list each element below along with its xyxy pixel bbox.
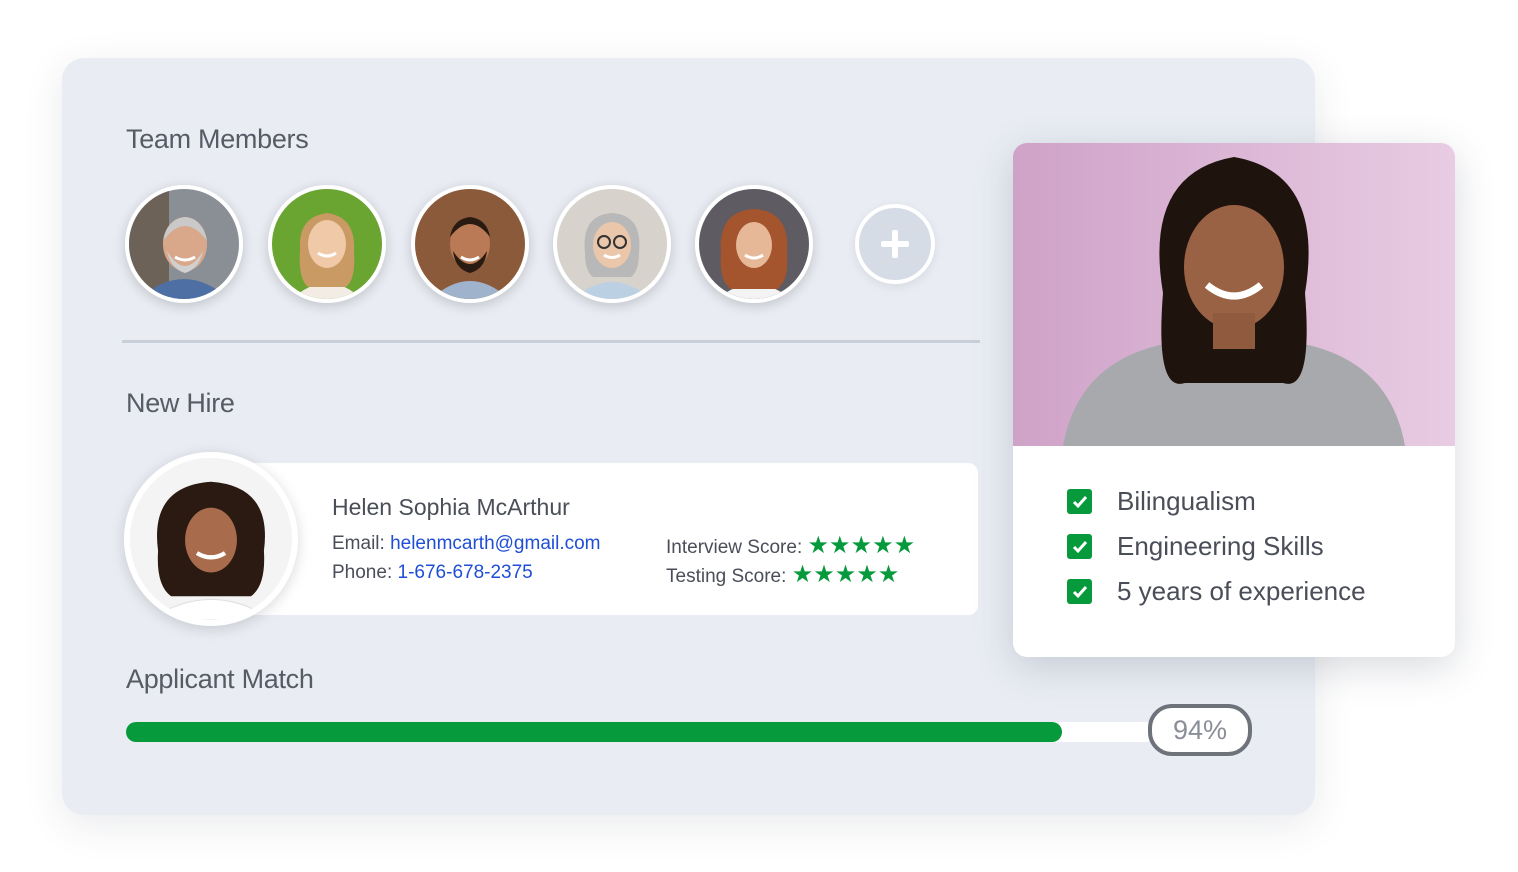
testing-stars-icon: ★★★★★ <box>791 561 900 588</box>
applicant-match-title: Applicant Match <box>126 664 314 694</box>
interview-score-label: Interview Score: <box>666 537 803 558</box>
applicant-match-progress <box>126 722 1156 742</box>
new-hire-name: Helen Sophia McArthur <box>332 494 570 520</box>
checkbox-checked-icon <box>1067 579 1092 604</box>
team-member-avatar-3[interactable] <box>411 185 529 303</box>
team-member-avatar-2[interactable] <box>268 185 386 303</box>
avatar-woman-gray-glasses-icon <box>557 189 667 299</box>
add-member-button[interactable] <box>855 204 935 284</box>
checkbox-checked-icon <box>1067 534 1092 559</box>
team-members-title: Team Members <box>126 124 309 154</box>
phone-row: Phone: 1-676-678-2375 <box>332 562 533 584</box>
interview-score-row: Interview Score: ★★★★★ <box>666 531 915 560</box>
phone-link[interactable]: 1-676-678-2375 <box>398 562 533 583</box>
candidate-profile-card: Bilingualism Engineering Skills 5 years … <box>1013 143 1455 657</box>
qualification-label: 5 years of experience <box>1117 576 1366 606</box>
applicant-match-percent: 94% <box>1148 704 1252 756</box>
avatar-woman-blonde-icon <box>272 189 382 299</box>
section-divider <box>122 340 980 343</box>
new-hire-avatar <box>124 452 298 626</box>
phone-label: Phone: <box>332 562 393 583</box>
candidate-photo <box>1013 143 1455 446</box>
interview-stars-icon: ★★★★★ <box>807 532 916 559</box>
team-member-avatar-5[interactable] <box>695 185 813 303</box>
email-link[interactable]: helenmcarth@gmail.com <box>390 533 600 554</box>
qualification-label: Bilingualism <box>1117 486 1256 516</box>
plus-icon <box>881 230 909 258</box>
avatar-man-headset-icon <box>415 189 525 299</box>
team-member-avatar-1[interactable] <box>125 185 243 303</box>
avatar-woman-curly-icon <box>699 189 809 299</box>
email-label: Email: <box>332 533 385 554</box>
applicant-match-progress-fill <box>126 722 1062 742</box>
testing-score-label: Testing Score: <box>666 566 787 587</box>
avatar-man-gray-beard-icon <box>129 189 239 299</box>
avatar-woman-curly-dark-icon <box>130 458 292 620</box>
qualification-item-2: Engineering Skills <box>1067 531 1324 562</box>
candidate-photo-icon <box>1013 143 1455 446</box>
email-row: Email: helenmcarth@gmail.com <box>332 533 601 555</box>
checkbox-checked-icon <box>1067 489 1092 514</box>
qualification-label: Engineering Skills <box>1117 531 1324 561</box>
new-hire-title: New Hire <box>126 388 235 418</box>
qualification-item-3: 5 years of experience <box>1067 576 1366 607</box>
qualification-item-1: Bilingualism <box>1067 486 1256 517</box>
team-member-avatar-4[interactable] <box>553 185 671 303</box>
testing-score-row: Testing Score: ★★★★★ <box>666 560 899 589</box>
